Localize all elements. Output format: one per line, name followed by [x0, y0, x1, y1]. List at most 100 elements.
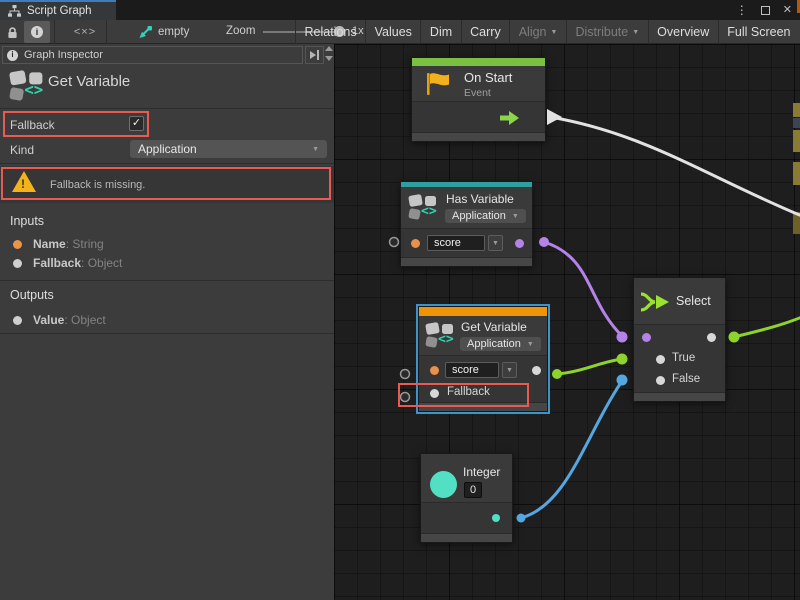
kind-dropdown[interactable]: Application ▼: [460, 337, 541, 351]
input-name-row: Name: String: [33, 237, 104, 251]
node-integer[interactable]: Integer 0: [420, 453, 513, 543]
code-view-button[interactable]: <×>: [66, 21, 104, 43]
distribute-button[interactable]: Distribute ▼: [566, 20, 648, 44]
node-select[interactable]: Select True False: [633, 277, 726, 402]
control-output-port-icon[interactable]: [500, 111, 520, 125]
warning-highlight-annotation: [1, 167, 331, 200]
variable-color-bar: [419, 307, 547, 316]
false-port-label: False: [672, 373, 700, 385]
outputs-title: Outputs: [10, 288, 54, 302]
event-color-bar: [412, 58, 545, 66]
inputs-title: Inputs: [10, 214, 44, 228]
chevron-down-icon: ▼: [632, 29, 639, 36]
integer-output-port[interactable]: [492, 514, 500, 522]
script-graph-window: Script Graph ⋮ ✕ i <×> empty Zoom 1x: [0, 0, 800, 600]
node-title: Integer: [463, 465, 500, 479]
output-port-dot: [13, 316, 22, 325]
dock-button[interactable]: [305, 46, 324, 64]
fullscreen-button[interactable]: Full Screen: [718, 20, 799, 44]
false-input-port[interactable]: [656, 376, 665, 385]
chevron-down-icon: ▼: [512, 213, 519, 220]
toolbar-separator: [54, 20, 55, 44]
carry-button[interactable]: Carry: [461, 20, 510, 44]
true-port-label: True: [672, 352, 695, 364]
name-input-port[interactable]: [430, 366, 439, 375]
dim-button[interactable]: Dim: [420, 20, 460, 44]
unit-title: Get Variable: [48, 73, 130, 90]
clipped-node-fragment: [793, 212, 800, 234]
node-title: Select: [676, 294, 711, 308]
close-icon[interactable]: ✕: [783, 5, 792, 16]
info-icon: i: [7, 50, 18, 61]
tab-title: Script Graph: [27, 5, 92, 17]
variable-icon: <>: [426, 322, 456, 350]
node-title: On Start: [464, 70, 512, 85]
integer-icon: [430, 471, 457, 498]
variable-icon: <>: [10, 70, 46, 104]
maximize-icon[interactable]: [761, 6, 770, 15]
info-icon: i: [31, 26, 43, 38]
toolbar-actions: Relations Values Dim Carry Align ▼ Distr…: [295, 20, 799, 44]
align-button[interactable]: Align ▼: [509, 20, 566, 44]
variable-icon: <>: [409, 194, 439, 222]
clipped-node-fragment: [793, 162, 800, 185]
variable-name-field[interactable]: score: [445, 362, 499, 378]
zoom-label: Zoom: [226, 25, 255, 37]
kind-dropdown[interactable]: Application ▼: [130, 140, 327, 158]
title-bar: Script Graph ⋮ ✕: [0, 0, 800, 20]
graph-inspector-panel: i Graph Inspector <> Get Variable Fallba…: [0, 44, 334, 600]
bool-output-port[interactable]: [515, 239, 524, 248]
graph-canvas[interactable]: [334, 44, 800, 600]
inspector-title: Graph Inspector: [24, 49, 103, 61]
lock-icon: [7, 26, 18, 39]
selection-indicator: empty: [138, 21, 189, 43]
node-title: Get Variable: [461, 320, 527, 334]
chevron-down-icon: ▼: [506, 367, 513, 374]
tab-script-graph[interactable]: Script Graph: [0, 0, 116, 20]
toolbar-separator: [106, 20, 107, 44]
input-port-dot: [13, 259, 22, 268]
overview-button[interactable]: Overview: [648, 20, 718, 44]
flag-icon: [425, 72, 451, 96]
clipped-node-fragment: [793, 130, 800, 152]
fallback-highlight-annotation: [3, 111, 149, 137]
input-fallback-row: Fallback: Object: [33, 256, 122, 270]
clipped-node-fragment: [793, 103, 800, 117]
integer-value-field[interactable]: 0: [464, 482, 482, 498]
value-output-port[interactable]: [532, 366, 541, 375]
node-has-variable[interactable]: <> Has Variable Application ▼ score ▼: [400, 181, 533, 267]
node-on-start[interactable]: On Start Event: [411, 57, 546, 142]
chevron-down-icon: ▼: [527, 341, 534, 348]
panel-scroll-arrows: [325, 46, 333, 61]
kind-value: Application: [138, 142, 197, 156]
values-button[interactable]: Values: [365, 20, 420, 44]
node-title: Has Variable: [446, 192, 514, 206]
name-input-port[interactable]: [411, 239, 420, 248]
fallback-port-highlight-annotation: [398, 383, 529, 407]
selection-label: empty: [158, 26, 189, 38]
node-subtitle: Event: [464, 87, 491, 99]
true-input-port[interactable]: [656, 355, 665, 364]
variable-name-dropdown[interactable]: ▼: [488, 235, 503, 251]
variable-name-dropdown[interactable]: ▼: [502, 362, 517, 378]
selection-output-port[interactable]: [707, 333, 716, 342]
kebab-menu-icon[interactable]: ⋮: [736, 4, 748, 16]
chevron-down-icon: ▼: [551, 29, 558, 36]
scroll-down-icon[interactable]: [325, 56, 333, 61]
scroll-up-icon[interactable]: [325, 46, 333, 51]
chevron-down-icon: ▼: [492, 240, 499, 247]
graph-icon: [8, 5, 21, 17]
chevron-down-icon: ▼: [312, 146, 319, 153]
code-icon: <×>: [74, 26, 96, 38]
lock-button[interactable]: [3, 21, 21, 43]
output-value-row: Value: Object: [33, 313, 106, 327]
info-button[interactable]: i: [24, 21, 50, 43]
select-merge-icon: [640, 290, 670, 314]
condition-input-port[interactable]: [642, 333, 651, 342]
variable-name-field[interactable]: score: [427, 235, 485, 251]
kind-dropdown[interactable]: Application ▼: [445, 209, 526, 223]
relations-button[interactable]: Relations: [295, 20, 365, 44]
clipped-node-fragment: [793, 118, 800, 128]
input-port-dot: [13, 240, 22, 249]
inspector-header: i Graph Inspector: [2, 46, 303, 64]
